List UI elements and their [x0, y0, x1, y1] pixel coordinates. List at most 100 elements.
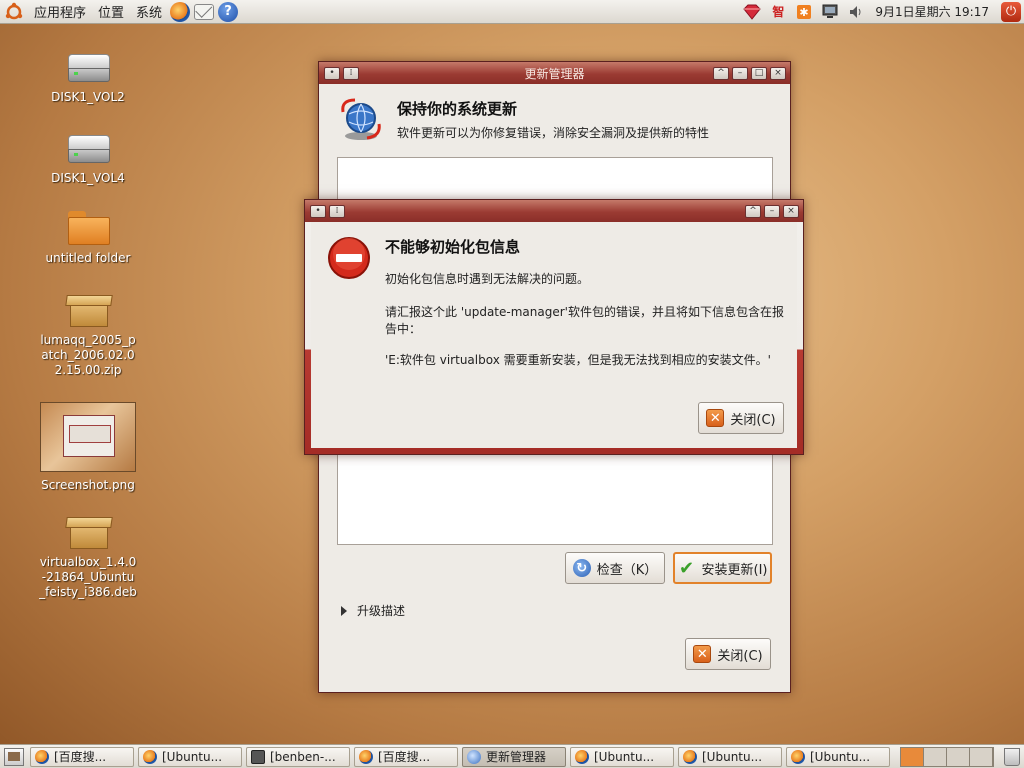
- firefox-icon: [143, 749, 157, 764]
- refresh-icon: ↻: [572, 559, 591, 577]
- desktop-icon-label: untitled folder: [45, 251, 131, 265]
- package-icon: [66, 513, 110, 549]
- error-close-button[interactable]: ✕ 关闭(C): [698, 402, 784, 434]
- task-button[interactable]: [Ubuntu...: [678, 746, 782, 767]
- sticky-icon[interactable]: ⁞: [329, 204, 345, 218]
- error-message-3: 'E:软件包 virtualbox 需要重新安装，但是我无法找到相应的安装文件。…: [385, 353, 771, 367]
- ruby-gem-icon[interactable]: [742, 2, 762, 22]
- workspace-4[interactable]: [970, 747, 993, 766]
- task-label: 更新管理器: [486, 750, 547, 764]
- window-menu-icon[interactable]: •: [324, 66, 340, 80]
- firefox-icon: [683, 749, 697, 764]
- clock[interactable]: 9月1日星期六 19:17: [869, 3, 995, 20]
- task-label: [百度搜...: [54, 750, 107, 764]
- workspace-1[interactable]: [901, 747, 924, 766]
- error-message-1: 初始化包信息时遇到无法解决的问题。: [385, 272, 590, 286]
- close-icon[interactable]: ×: [770, 66, 786, 80]
- desktop-icon-label: lumaqq_2005_patch_2006.02.02.15.00.zip: [40, 333, 136, 377]
- workspace-2[interactable]: [924, 747, 947, 766]
- task-label: [Ubuntu...: [594, 749, 655, 764]
- image-thumbnail-icon: [40, 402, 136, 472]
- error-close-label: 关闭(C): [730, 412, 776, 428]
- menu-places[interactable]: 位置: [92, 0, 130, 24]
- bottom-panel: [百度搜... [Ubuntu... [benben-... [百度搜... 更…: [0, 744, 1024, 768]
- desktop-icon-virtualbox-deb[interactable]: virtualbox_1.4.0-21864_Ubuntu_feisty_i38…: [33, 513, 143, 600]
- archive-icon: [66, 291, 110, 327]
- update-manager-titlebar[interactable]: • ⁞ 更新管理器 ^ – □ ×: [319, 62, 790, 84]
- check-button-label: 检查（K）: [596, 562, 658, 578]
- volume-icon[interactable]: [846, 2, 866, 22]
- task-button[interactable]: [Ubuntu...: [570, 746, 674, 767]
- svg-text:✱: ✱: [800, 6, 809, 19]
- task-label: [百度搜...: [378, 750, 431, 764]
- description-expander[interactable]: 升级描述: [341, 602, 405, 619]
- minimize-icon[interactable]: –: [732, 66, 748, 80]
- firefox-launcher-icon[interactable]: [170, 1, 191, 22]
- help-launcher-icon[interactable]: ?: [218, 1, 239, 22]
- close-x-icon: ✕: [706, 409, 725, 427]
- task-button[interactable]: [Ubuntu...: [138, 746, 242, 767]
- desktop-icon-lumaqq-zip[interactable]: lumaqq_2005_patch_2006.02.02.15.00.zip: [33, 291, 143, 378]
- check-button[interactable]: ↻ 检查（K）: [565, 552, 665, 584]
- desktop-icon-label: DISK1_VOL4: [51, 171, 125, 185]
- firefox-icon: [35, 749, 49, 764]
- desktop-icon-label: virtualbox_1.4.0-21864_Ubuntu_feisty_i38…: [39, 555, 137, 599]
- desktop-icon-screenshot[interactable]: Screenshot.png: [33, 402, 143, 493]
- menu-applications[interactable]: 应用程序: [28, 0, 92, 24]
- update-manager-icon: [467, 749, 481, 764]
- menu-system[interactable]: 系统: [130, 0, 168, 24]
- shade-icon[interactable]: ^: [713, 66, 729, 80]
- update-close-label: 关闭(C): [717, 648, 763, 664]
- update-globe-icon: [339, 98, 383, 142]
- task-button[interactable]: [benben-...: [246, 746, 350, 767]
- task-button[interactable]: [Ubuntu...: [786, 746, 890, 767]
- firefox-icon: [791, 749, 805, 764]
- task-label: [Ubuntu...: [702, 749, 763, 764]
- error-icon: [327, 236, 371, 280]
- update-notifier-icon[interactable]: ✱: [794, 2, 814, 22]
- close-x-icon: ✕: [693, 645, 712, 663]
- desktop-icon-untitled-folder[interactable]: untitled folder: [33, 209, 143, 266]
- error-message-2: 请汇报这个此 'update-manager'软件包的错误，并且将如下信息包含在…: [385, 305, 784, 336]
- shade-icon[interactable]: ^: [745, 204, 761, 218]
- drive-icon: [66, 131, 110, 165]
- workspace-3[interactable]: [947, 747, 970, 766]
- desktop-icon-label: DISK1_VOL2: [51, 90, 125, 104]
- desktop-icon-disk1-vol4[interactable]: DISK1_VOL4: [33, 131, 143, 186]
- folder-icon: [66, 209, 110, 245]
- minimize-icon[interactable]: –: [764, 204, 780, 218]
- error-heading: 不能够初始化包信息: [385, 238, 521, 256]
- check-mark-icon: ✔: [678, 557, 695, 579]
- install-updates-button[interactable]: ✔ 安装更新(I): [673, 552, 772, 584]
- sticky-icon[interactable]: ⁞: [343, 66, 359, 80]
- network-icon[interactable]: [820, 2, 840, 22]
- terminal-icon: [251, 749, 265, 764]
- close-icon[interactable]: ×: [783, 204, 799, 218]
- input-method-indicator[interactable]: 智: [768, 2, 788, 22]
- trash-icon[interactable]: [1004, 747, 1020, 766]
- update-heading: 保持你的系统更新: [397, 100, 518, 118]
- task-button[interactable]: [百度搜...: [30, 746, 134, 767]
- window-menu-icon[interactable]: •: [310, 204, 326, 218]
- task-label: [benben-...: [270, 749, 336, 764]
- maximize-icon[interactable]: □: [751, 66, 767, 80]
- update-close-button[interactable]: ✕ 关闭(C): [685, 638, 771, 670]
- task-button-active[interactable]: 更新管理器: [462, 746, 566, 767]
- install-button-label: 安装更新(I): [701, 562, 768, 578]
- error-dialog: • ⁞ ^ – × 不能够初始化包信息 初始化包信息时遇到无法解决的问题。 请汇…: [304, 199, 804, 455]
- desktop-icon-label: Screenshot.png: [41, 478, 135, 492]
- firefox-icon: [359, 749, 373, 764]
- task-button[interactable]: [百度搜...: [354, 746, 458, 767]
- workspace-switcher[interactable]: [900, 746, 994, 767]
- mail-launcher-icon[interactable]: [194, 3, 215, 20]
- show-desktop-icon[interactable]: [4, 747, 24, 766]
- ubuntu-logo-icon[interactable]: [4, 2, 24, 22]
- expander-arrow-icon: [341, 605, 347, 616]
- desktop-icon-disk1-vol2[interactable]: DISK1_VOL2: [33, 50, 143, 105]
- power-icon[interactable]: ⏻: [1001, 1, 1021, 22]
- system-tray: 智 ✱ 9月1日星期六 19:17 ⏻: [739, 0, 1024, 24]
- description-expander-label: 升级描述: [357, 604, 406, 618]
- error-dialog-titlebar[interactable]: • ⁞ ^ – ×: [305, 200, 803, 222]
- task-label: [Ubuntu...: [162, 749, 223, 764]
- drive-icon: [66, 50, 110, 84]
